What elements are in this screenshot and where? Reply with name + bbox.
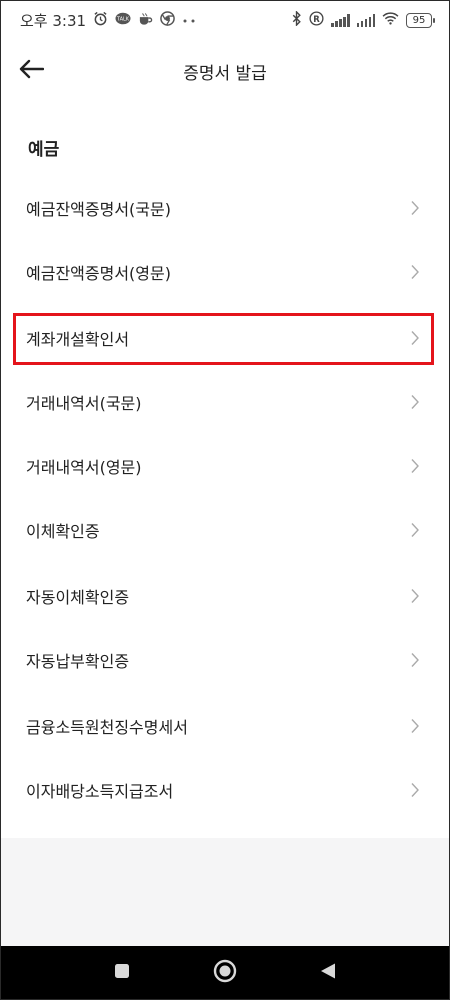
page-title: 증명서 발급	[183, 63, 267, 84]
back-triangle-icon	[319, 962, 337, 984]
menu-item-deposit-balance-korean[interactable]: 예금잔액증명서(국문)	[0, 176, 450, 240]
back-button[interactable]	[14, 54, 48, 88]
menu-item-label: 예금잔액증명서(국문)	[26, 200, 171, 219]
menu-item-deposit-balance-english[interactable]: 예금잔액증명서(영문)	[0, 240, 450, 304]
status-bar-left: 오후 3:31 TALK	[20, 10, 196, 31]
chevron-right-icon	[411, 395, 419, 409]
menu-item-label: 자동납부확인증	[26, 652, 130, 671]
svg-text:TALK: TALK	[116, 16, 130, 22]
app-header: 증명서 발급	[0, 40, 450, 102]
signal-icon	[356, 13, 375, 27]
chevron-right-icon	[411, 459, 419, 473]
footer-band	[0, 838, 450, 946]
menu-item-auto-transfer-confirmation[interactable]: 자동이체확인증	[0, 564, 450, 628]
menu-item-label: 이체확인증	[26, 522, 100, 541]
back-arrow-icon	[18, 59, 45, 83]
status-time: 오후 3:31	[20, 11, 87, 30]
section-title: 예금	[28, 140, 60, 160]
menu-item-financial-income-withholding[interactable]: 금융소득원천징수명세서	[0, 694, 450, 758]
menu-item-interest-dividend-statement[interactable]: 이자배당소득지급조서	[0, 758, 450, 822]
chrome-icon	[160, 11, 175, 29]
svg-text:R: R	[313, 14, 320, 24]
chevron-right-icon	[411, 201, 419, 215]
navigation-bar	[0, 946, 450, 1000]
chevron-right-icon	[411, 783, 419, 797]
battery-icon: 95	[406, 12, 435, 28]
chevron-right-icon	[411, 653, 419, 667]
menu-item-transfer-confirmation[interactable]: 이체확인증	[0, 498, 450, 562]
signal-icon	[331, 13, 350, 27]
menu-item-label: 이자배당소득지급조서	[26, 782, 174, 801]
menu-item-label: 예금잔액증명서(영문)	[26, 264, 171, 283]
menu-item-account-opening-confirmation[interactable]: 계좌개설확인서	[0, 306, 450, 370]
chevron-right-icon	[411, 719, 419, 733]
chevron-right-icon	[411, 589, 419, 603]
menu-item-label: 자동이체확인증	[26, 588, 130, 607]
wifi-icon	[382, 12, 399, 28]
status-bar: 오후 3:31 TALK R 95	[0, 0, 450, 40]
home-circle-icon	[213, 959, 237, 987]
more-dots-icon	[182, 13, 196, 27]
menu-item-label: 금융소득원천징수명세서	[26, 718, 188, 737]
coffee-icon	[138, 12, 153, 29]
chevron-right-icon	[411, 265, 419, 279]
kakao-icon: TALK	[115, 12, 131, 29]
chevron-right-icon	[411, 523, 419, 537]
battery-level: 95	[412, 14, 426, 26]
recents-square-icon	[114, 963, 130, 983]
menu-item-label: 거래내역서(국문)	[26, 394, 142, 413]
menu-item-label: 계좌개설확인서	[26, 330, 130, 349]
menu-item-label: 거래내역서(영문)	[26, 458, 142, 477]
nav-back-button[interactable]	[308, 953, 348, 993]
alarm-icon	[93, 11, 108, 29]
chevron-right-icon	[411, 331, 419, 345]
registered-icon: R	[309, 11, 324, 29]
home-button[interactable]	[205, 953, 245, 993]
status-bar-right: R 95	[292, 10, 435, 29]
menu-item-auto-payment-confirmation[interactable]: 자동납부확인증	[0, 628, 450, 692]
recents-button[interactable]	[102, 953, 142, 993]
menu-item-transaction-history-korean[interactable]: 거래내역서(국문)	[0, 370, 450, 434]
bluetooth-icon	[292, 10, 302, 29]
menu-item-transaction-history-english[interactable]: 거래내역서(영문)	[0, 434, 450, 498]
